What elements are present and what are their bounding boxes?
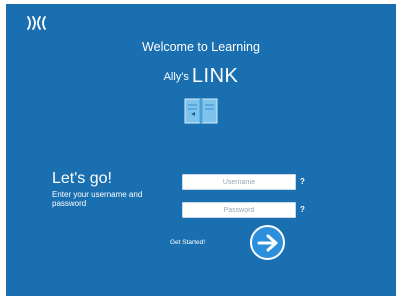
- username-input[interactable]: [182, 174, 296, 190]
- welcome-text: Welcome to Learning: [142, 40, 260, 54]
- username-help-button[interactable]: ?: [300, 177, 305, 186]
- app-title-name: LINK: [191, 65, 239, 87]
- submit-button[interactable]: [250, 225, 285, 260]
- sound-waves-icon: [27, 16, 46, 30]
- app-title-prefix: Ally's: [163, 71, 189, 83]
- login-screen: Welcome to Learning Ally's LINK Let's go!…: [6, 4, 396, 296]
- app-title: Ally's LINK: [6, 63, 396, 89]
- login-instructions: Enter your username and password: [52, 190, 143, 208]
- arrow-right-icon: [257, 234, 277, 251]
- password-input[interactable]: [182, 202, 296, 218]
- login-heading: Let's go!: [52, 170, 112, 187]
- open-book-icon: [184, 98, 218, 124]
- password-help-button[interactable]: ?: [300, 205, 305, 214]
- get-started-link[interactable]: Get Started!: [170, 239, 205, 246]
